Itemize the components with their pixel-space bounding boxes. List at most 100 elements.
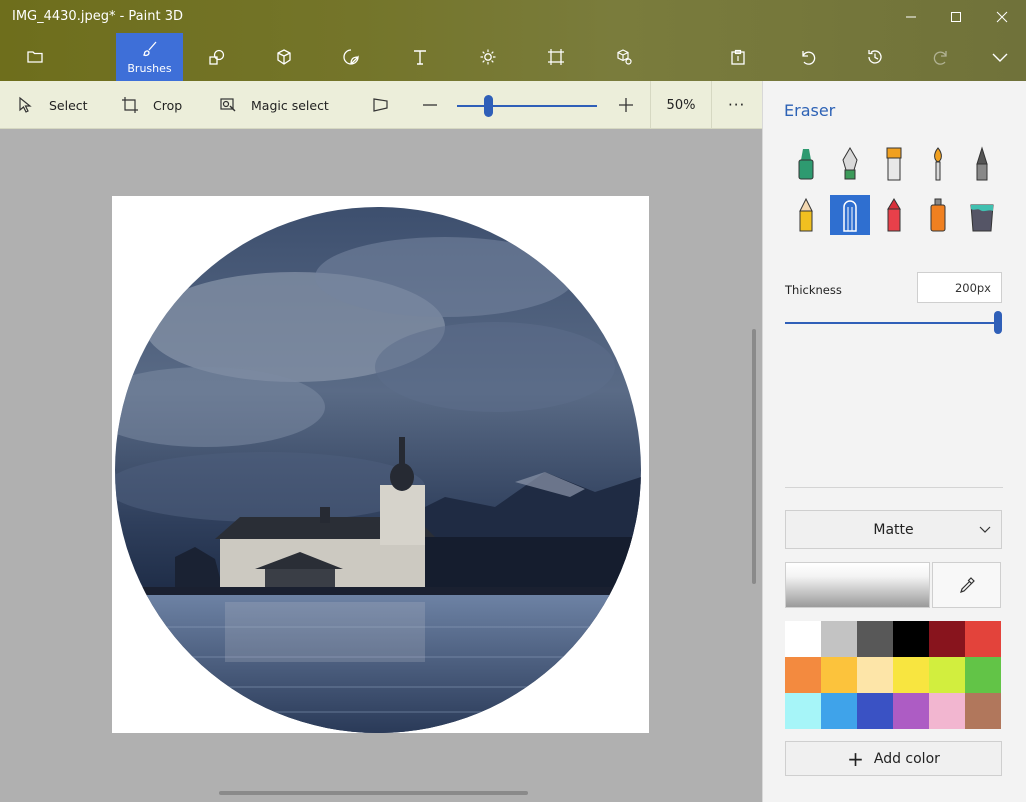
drawing-canvas[interactable] (112, 196, 649, 733)
thickness-label: Thickness (785, 283, 842, 297)
crop-icon (122, 97, 138, 113)
pencil-brush[interactable] (786, 195, 826, 235)
color-swatch[interactable] (821, 621, 857, 657)
zoom-slider-thumb[interactable] (483, 95, 493, 117)
undo-icon (802, 51, 816, 65)
color-swatch[interactable] (821, 693, 857, 729)
fill-bucket-brush[interactable] (962, 195, 1002, 235)
zoom-slider-track[interactable] (457, 105, 597, 107)
color-swatch[interactable] (821, 657, 857, 693)
stickers-tab[interactable] (321, 33, 381, 81)
color-swatch[interactable] (929, 621, 965, 657)
color-palette (785, 621, 1001, 729)
color-swatch[interactable] (857, 621, 893, 657)
color-swatch[interactable] (893, 621, 929, 657)
panel-divider (785, 487, 1003, 488)
paste-button[interactable] (708, 33, 768, 81)
color-swatch[interactable] (965, 693, 1001, 729)
vertical-scrollbar[interactable] (752, 329, 756, 584)
horizontal-scrollbar[interactable] (219, 791, 528, 795)
brushes-tab[interactable]: Brushes (116, 33, 183, 81)
marker-icon (798, 149, 814, 180)
thickness-slider-track[interactable] (785, 322, 998, 324)
eraser-brush[interactable] (830, 195, 870, 235)
brushes-tab-label: Brushes (127, 61, 172, 75)
2d-shapes-tab[interactable] (187, 33, 247, 81)
eraser-icon (843, 200, 857, 232)
spray-can-brush[interactable] (918, 195, 958, 235)
watercolor-brush[interactable] (918, 144, 958, 184)
oil-brush[interactable] (874, 144, 914, 184)
spray-can-icon (930, 198, 946, 232)
plus-icon (619, 98, 633, 112)
redo-button[interactable] (912, 33, 972, 81)
color-swatch[interactable] (893, 693, 929, 729)
color-swatch[interactable] (965, 621, 1001, 657)
canvas-workspace[interactable] (0, 129, 762, 802)
color-swatch[interactable] (965, 657, 1001, 693)
color-swatch[interactable] (785, 657, 821, 693)
eyedropper-button[interactable] (932, 562, 1001, 608)
close-icon (996, 11, 1008, 22)
color-swatch[interactable] (857, 693, 893, 729)
expand-menu-button[interactable] (970, 33, 1026, 81)
color-swatch[interactable] (857, 657, 893, 693)
color-swatch[interactable] (929, 693, 965, 729)
marker-brush[interactable] (786, 144, 826, 184)
3d-library-tab[interactable] (594, 33, 654, 81)
calligraphy-pen-icon (842, 147, 858, 180)
title-and-ribbon-bar: IMG_4430.jpeg* - Paint 3D Brushes (0, 0, 1026, 81)
menu-button[interactable] (5, 33, 65, 81)
view-3d-button[interactable] (372, 81, 404, 129)
pixel-pen-brush[interactable] (962, 144, 1002, 184)
finish-dropdown[interactable]: Matte (785, 510, 1002, 549)
select-label: Select (49, 97, 88, 113)
pencil-icon (799, 197, 813, 232)
fill-bucket-icon (970, 204, 994, 232)
zoom-out-button[interactable] (421, 81, 453, 129)
crop-button[interactable]: Crop (121, 81, 182, 129)
clipboard-icon (731, 49, 745, 65)
3d-library-icon (617, 49, 632, 65)
magic-select-label: Magic select (251, 97, 329, 113)
select-button[interactable]: Select (17, 81, 88, 129)
add-color-button[interactable]: + Add color (785, 741, 1002, 776)
color-swatch[interactable] (929, 657, 965, 693)
calligraphy-pen-brush[interactable] (830, 144, 870, 184)
chevron-down-icon (992, 53, 1008, 62)
undo-button[interactable] (777, 33, 837, 81)
canvas-tab[interactable] (526, 33, 586, 81)
crop-label: Crop (153, 97, 183, 113)
more-options-button[interactable]: ··· (728, 81, 745, 129)
history-button[interactable] (845, 33, 905, 81)
history-icon (868, 50, 882, 64)
thickness-input[interactable]: 200px (917, 272, 1002, 303)
3d-shapes-tab[interactable] (254, 33, 314, 81)
crayon-brush[interactable] (874, 195, 914, 235)
maximize-button[interactable] (933, 0, 979, 33)
finish-value: Matte (873, 521, 914, 538)
sticker-icon (343, 49, 359, 65)
crop-frame-icon (548, 49, 564, 65)
eyedropper-icon (959, 577, 975, 593)
tool-options-bar: Select Crop Magic select 50% ··· (0, 81, 762, 129)
minimize-icon (906, 16, 916, 17)
thickness-slider-thumb[interactable] (994, 311, 1002, 334)
text-icon (414, 50, 426, 65)
effects-tab[interactable] (458, 33, 518, 81)
cube-icon (277, 49, 291, 65)
close-button[interactable] (979, 0, 1025, 33)
color-swatch[interactable] (893, 657, 929, 693)
minimize-button[interactable] (888, 0, 934, 33)
color-swatch[interactable] (785, 621, 821, 657)
magic-select-button[interactable]: Magic select (219, 81, 329, 129)
panel-title: Eraser (784, 101, 836, 120)
zoom-percent: 50% (650, 81, 712, 129)
current-color-preview[interactable] (785, 562, 930, 608)
brushes-side-panel: Eraser Thickness 200px Matte + Add color (762, 81, 1026, 802)
plus-icon: + (847, 746, 864, 771)
text-tab[interactable] (390, 33, 450, 81)
maximize-icon (951, 11, 961, 22)
zoom-in-button[interactable] (617, 81, 649, 129)
color-swatch[interactable] (785, 693, 821, 729)
